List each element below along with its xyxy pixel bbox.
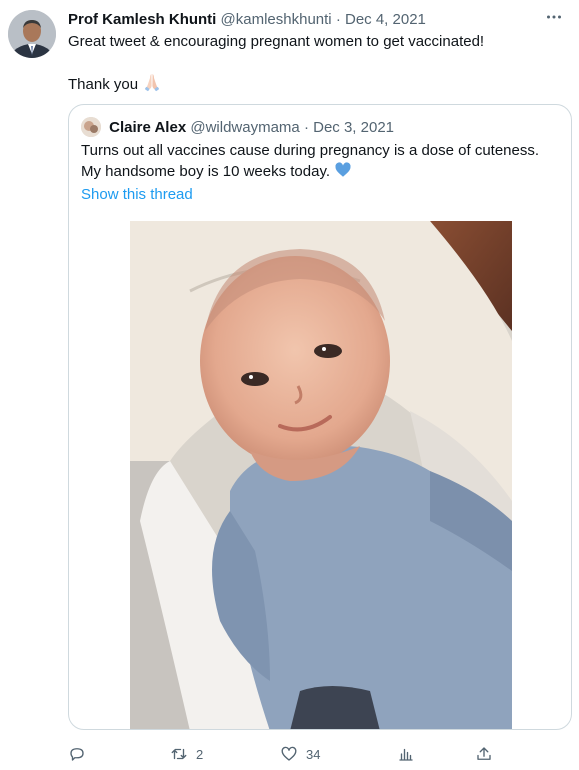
author-avatar-image — [8, 10, 56, 58]
tweet-actions: 2 34 — [0, 740, 579, 768]
tweet-text-thank-you: Thank you — [68, 76, 139, 93]
retweet-button[interactable]: 2 — [170, 740, 203, 768]
quoted-tweet-date: Dec 3, 2021 — [313, 119, 394, 136]
like-count: 34 — [306, 746, 321, 762]
quoted-author-handle: @wildwaymama — [190, 119, 300, 136]
reply-button[interactable] — [68, 740, 94, 768]
like-button[interactable]: 34 — [280, 740, 320, 768]
share-icon — [477, 747, 491, 760]
quoted-text-line-2-text: My handsome boy is 10 weeks today. — [81, 163, 331, 180]
more-options-icon[interactable] — [543, 8, 565, 28]
retweet-count: 2 — [196, 746, 204, 762]
separator-dot: · — [335, 11, 341, 28]
folded-hands-icon — [142, 72, 162, 98]
tweet[interactable]: Prof Kamlesh Khunti @kamleshkhunti · Dec… — [0, 0, 579, 770]
quoted-author-name: Claire Alex — [109, 119, 187, 136]
quoted-text-line-1: Turns out all vaccines cause during preg… — [81, 142, 540, 159]
tweet-text: Great tweet & encouraging pregnant women… — [68, 32, 563, 98]
quoted-tweet-header: Claire Alex @wildwaymama · Dec 3, 2021 — [81, 117, 394, 137]
quoted-tweet-text: Turns out all vaccines cause during preg… — [81, 141, 557, 185]
views-button[interactable] — [397, 740, 423, 768]
tweet-text-line-2: Thank you — [68, 72, 563, 98]
tweet-text-line-1: Great tweet & encouraging pregnant women… — [68, 33, 485, 50]
quoted-text-line-2: My handsome boy is 10 weeks today. — [81, 161, 557, 185]
share-button[interactable] — [475, 740, 501, 768]
quoted-tweet[interactable]: Claire Alex @wildwaymama · Dec 3, 2021 T… — [68, 104, 572, 730]
bar-chart-icon — [399, 748, 413, 761]
heart-icon — [281, 746, 297, 761]
author-avatar[interactable] — [8, 10, 56, 58]
reply-icon — [70, 748, 84, 761]
baby-photo-image — [130, 221, 512, 729]
blue-heart-icon — [334, 161, 352, 185]
show-thread-link[interactable]: Show this thread — [81, 185, 193, 205]
retweet-icon — [171, 748, 187, 760]
author-handle[interactable]: @kamleshkhunti — [221, 11, 332, 28]
tweet-header: Prof Kamlesh Khunti @kamleshkhunti · Dec… — [68, 10, 563, 30]
author-name[interactable]: Prof Kamlesh Khunti — [68, 11, 216, 28]
quoted-separator-dot: · — [303, 119, 309, 136]
tweet-date[interactable]: Dec 4, 2021 — [345, 11, 426, 28]
baby-photo[interactable] — [130, 221, 512, 729]
quoted-author-avatar — [81, 117, 101, 137]
